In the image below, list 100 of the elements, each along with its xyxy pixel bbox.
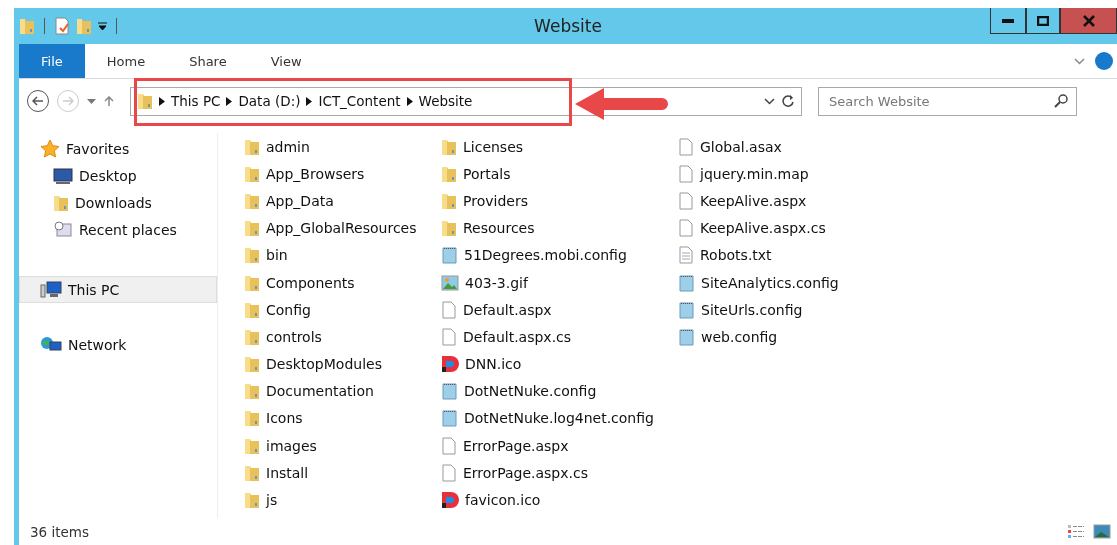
dropdown-icon[interactable] <box>98 21 107 31</box>
chevron-right-icon[interactable] <box>306 96 313 106</box>
chevron-down-icon[interactable] <box>764 97 775 105</box>
search-icon[interactable] <box>1054 94 1068 108</box>
folder-icon <box>137 92 153 110</box>
file-icon <box>441 300 457 319</box>
file-item[interactable]: DesktopModules <box>244 350 441 378</box>
file-item[interactable]: Install <box>244 459 441 487</box>
notepad-icon <box>678 327 695 346</box>
file-item[interactable]: DotNetNuke.log4net.config <box>441 404 678 433</box>
file-icon <box>678 137 694 156</box>
folder-icon <box>441 219 457 238</box>
sidebar-item[interactable]: Favorites <box>19 135 217 162</box>
breadcrumb-item[interactable]: Website <box>418 93 473 109</box>
folder-icon <box>244 191 260 210</box>
details-view-icon[interactable] <box>1067 524 1085 539</box>
maximize-button[interactable] <box>1026 8 1060 34</box>
file-item[interactable]: Default.aspx.cs <box>441 323 678 351</box>
folder-icon <box>244 219 260 238</box>
sidebar-item[interactable]: Desktop <box>19 162 217 189</box>
notepad-icon <box>678 273 695 292</box>
file-item[interactable]: ErrorPage.aspx.cs <box>441 459 678 487</box>
properties-icon[interactable] <box>54 17 70 35</box>
computer-icon <box>40 281 62 298</box>
breadcrumb-item[interactable]: ICT_Content <box>318 93 401 109</box>
file-item[interactable]: Documentation <box>244 377 441 405</box>
file-item[interactable]: Config <box>244 296 441 324</box>
refresh-icon[interactable] <box>781 94 795 108</box>
monitor-icon <box>53 167 73 184</box>
file-icon <box>678 164 694 183</box>
up-arrow-icon[interactable] <box>104 96 114 106</box>
file-item[interactable]: SiteUrls.config <box>678 296 898 324</box>
folder-icon <box>244 463 260 482</box>
dnn-icon <box>441 355 459 374</box>
folder-icon <box>441 191 457 210</box>
star-icon <box>40 139 60 158</box>
file-item[interactable]: DotNetNuke.config <box>441 377 678 405</box>
file-item[interactable]: admin <box>244 133 441 161</box>
chevron-right-icon[interactable] <box>159 96 165 106</box>
minimize-button[interactable] <box>990 8 1026 34</box>
file-item[interactable]: KeepAlive.aspx <box>678 187 898 215</box>
file-icon <box>678 191 694 210</box>
maximize-icon <box>1037 15 1049 26</box>
file-item[interactable]: Icons <box>244 404 441 433</box>
large-icons-view-icon[interactable] <box>1093 524 1111 539</box>
file-icon <box>678 219 694 238</box>
file-item[interactable]: DNN.ico <box>441 350 678 378</box>
sidebar-item[interactable]: Network <box>19 331 217 358</box>
file-item[interactable]: App_Data <box>244 187 441 215</box>
image-file-icon <box>441 274 459 291</box>
file-item[interactable]: bin <box>244 241 441 269</box>
sidebar-item[interactable]: This PC <box>19 276 217 303</box>
search-field[interactable]: Search Website <box>818 86 1077 116</box>
sidebar-item[interactable]: Downloads <box>19 189 217 216</box>
folder-icon <box>19 17 35 35</box>
file-item[interactable]: Resources <box>441 214 678 242</box>
folder-icon <box>244 246 260 265</box>
close-icon <box>1082 14 1095 27</box>
folder-icon <box>244 491 260 510</box>
address-bar[interactable]: This PC Data (D:) ICT_Content Website <box>130 86 802 116</box>
dropdown-icon[interactable] <box>87 98 96 104</box>
file-item[interactable]: Portals <box>441 160 678 188</box>
file-item[interactable]: SiteAnalytics.config <box>678 268 898 297</box>
file-item[interactable]: Providers <box>441 187 678 215</box>
folder-icon <box>441 137 457 156</box>
file-item[interactable]: KeepAlive.aspx.cs <box>678 214 898 242</box>
file-item[interactable]: Robots.txt <box>678 241 898 269</box>
file-item[interactable]: Components <box>244 268 441 297</box>
folder-icon <box>244 355 260 374</box>
file-item[interactable]: js <box>244 486 441 514</box>
file-item[interactable]: Default.aspx <box>441 296 678 324</box>
file-item[interactable]: favicon.ico <box>441 486 678 514</box>
file-item[interactable]: jquery.min.map <box>678 160 898 188</box>
file-item[interactable]: App_Browsers <box>244 160 441 188</box>
file-item[interactable]: 403-3.gif <box>441 268 678 297</box>
file-tab[interactable]: File <box>19 44 85 78</box>
chevron-right-icon[interactable] <box>226 96 233 106</box>
minimize-icon <box>1002 18 1014 23</box>
folder-icon <box>244 273 260 292</box>
file-item[interactable]: Licenses <box>441 133 678 161</box>
file-item[interactable]: 51Degrees.mobi.config <box>441 241 678 269</box>
file-item[interactable]: ErrorPage.aspx <box>441 432 678 460</box>
notepad-icon <box>678 300 695 319</box>
close-button[interactable] <box>1060 8 1117 34</box>
file-item[interactable]: Global.asax <box>678 133 898 161</box>
notepad-icon <box>441 246 458 265</box>
file-item[interactable]: App_GlobalResources <box>244 214 441 242</box>
breadcrumb-item[interactable]: This PC <box>171 93 221 109</box>
breadcrumb-item[interactable]: Data (D:) <box>238 93 301 109</box>
file-icon <box>441 436 457 455</box>
notepad-icon <box>441 409 458 428</box>
file-item[interactable]: images <box>244 432 441 460</box>
folder-icon <box>244 164 260 183</box>
sidebar-item[interactable]: Recent places <box>19 216 217 243</box>
file-item[interactable]: web.config <box>678 323 898 351</box>
help-icon[interactable] <box>1095 52 1113 70</box>
folder-icon <box>244 137 260 156</box>
file-item[interactable]: controls <box>244 323 441 351</box>
chevron-right-icon[interactable] <box>406 96 413 106</box>
back-arrow-icon <box>32 96 44 106</box>
